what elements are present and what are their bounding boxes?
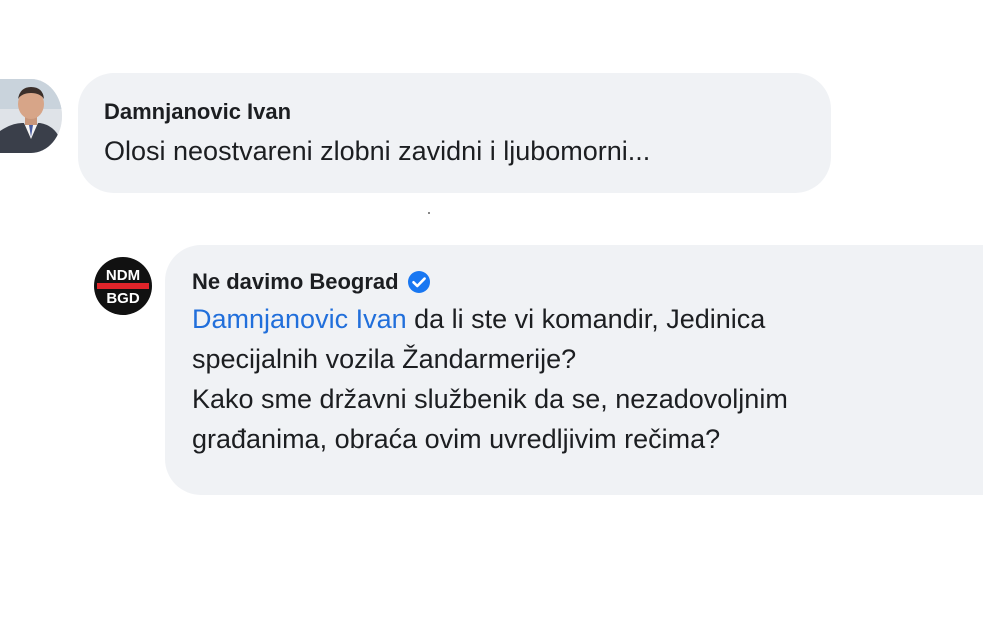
avatar-damnjanovic-ivan[interactable] <box>0 79 62 153</box>
reply-line-1: Damnjanovic Ivan da li ste vi komandir, … <box>192 299 975 339</box>
svg-text:BGD: BGD <box>106 290 140 307</box>
artifact-dot <box>428 212 430 214</box>
svg-text:NDM: NDM <box>106 267 140 284</box>
mention-link[interactable]: Damnjanovic Ivan <box>192 304 407 334</box>
reply-bubble: Ne davimo Beograd Damnjanovic Ivan da li… <box>165 245 983 495</box>
verified-badge-icon <box>407 270 431 294</box>
reply-line-4: građanima, obraća ovim uvredljivim rečim… <box>192 424 721 454</box>
reply-line-3: Kako sme državni službenik da se, nezado… <box>192 384 788 414</box>
ndm-bgd-logo-icon: NDM BGD <box>94 257 152 315</box>
reply-line-1-text: da li ste vi komandir, Jedinica <box>406 304 766 334</box>
reply-text: Damnjanovic Ivan da li ste vi komandir, … <box>192 299 975 459</box>
avatar-ne-davimo-beograd[interactable]: NDM BGD <box>93 256 153 316</box>
comment-bubble: Damnjanovic Ivan Olosi neostvareni zlobn… <box>78 73 831 193</box>
comment-author[interactable]: Damnjanovic Ivan <box>104 99 831 125</box>
reply-author[interactable]: Ne davimo Beograd <box>192 269 399 295</box>
reply-line-2: specijalnih vozila Žandarmerije? <box>192 344 577 374</box>
profile-photo-icon <box>0 79 62 153</box>
reply-author-row: Ne davimo Beograd <box>192 269 975 295</box>
comment-text: Olosi neostvareni zlobni zavidni i ljubo… <box>104 136 651 166</box>
